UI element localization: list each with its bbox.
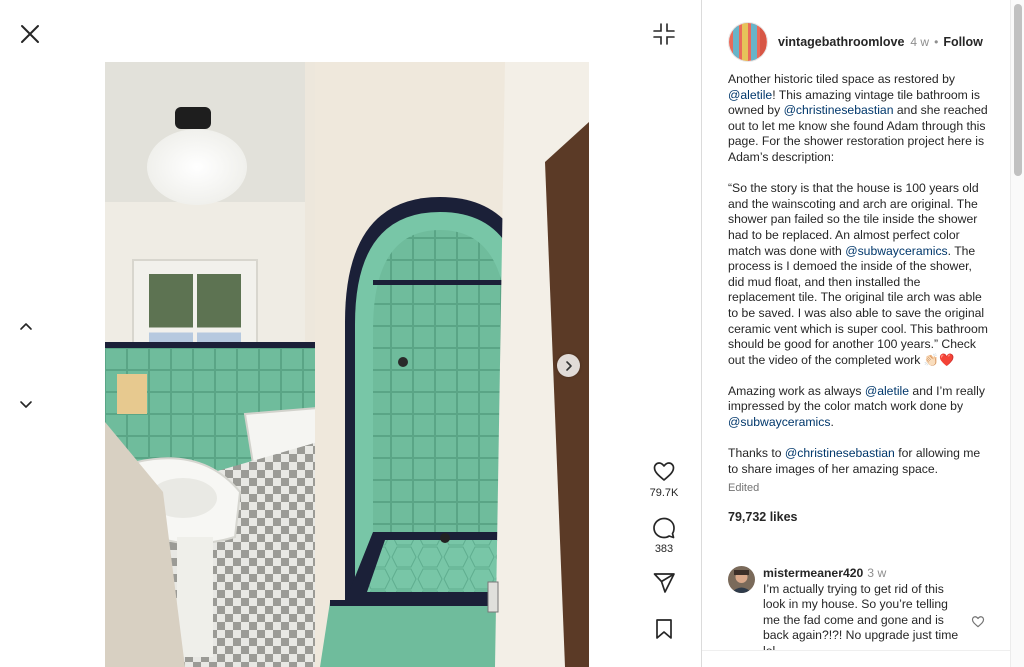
commenter-username[interactable]: mistermeaner420 [763, 566, 863, 580]
like-button[interactable] [652, 460, 676, 484]
close-button[interactable] [14, 18, 46, 50]
share-button[interactable] [652, 571, 676, 595]
heart-icon [653, 462, 675, 481]
separator-dot: • [934, 35, 939, 49]
comment-action: 383 [640, 516, 688, 555]
author-avatar[interactable] [728, 22, 768, 62]
collapse-button[interactable] [648, 18, 680, 50]
caption-paragraph: Amazing work as always @aletile and I’m … [728, 384, 990, 431]
mention-link[interactable]: @aletile [865, 384, 909, 398]
chevron-down-icon [20, 401, 32, 408]
mention-link[interactable]: @christinesebastian [785, 446, 895, 460]
heart-icon [971, 616, 985, 628]
save-button[interactable] [652, 617, 676, 641]
mention-link[interactable]: @aletile [728, 88, 772, 102]
caption-text: Thanks to [728, 446, 785, 461]
likes-count[interactable]: 79,732 likes [728, 510, 990, 526]
bookmark-icon [656, 619, 672, 639]
mention-link[interactable]: @christinesebastian [784, 103, 894, 117]
previous-post-button[interactable] [14, 314, 38, 338]
caption-paragraph: “So the story is that the house is 100 y… [728, 181, 990, 368]
bathroom-photo-image [105, 62, 589, 667]
post-photo[interactable] [105, 62, 589, 667]
comment-body: mistermeaner420 3 w I’m actually trying t… [763, 566, 968, 660]
next-post-button[interactable] [14, 392, 38, 416]
like-action: 79.7K [640, 460, 688, 499]
comment-time[interactable]: 3 w [867, 566, 886, 580]
author-username[interactable]: vintagebathroomlove [778, 35, 904, 49]
panel-footer [702, 650, 1011, 667]
share-action [640, 571, 688, 595]
post-details-panel: vintagebathroomlove 4 w • Follow Another… [701, 0, 1024, 667]
caption-text: Amazing work as always [728, 383, 865, 398]
close-icon [21, 25, 39, 43]
chevron-up-icon [20, 323, 32, 330]
caption-paragraph: Thanks to @christinesebastian for allowi… [728, 446, 990, 477]
follow-button[interactable]: Follow [943, 35, 983, 49]
mention-link[interactable]: @subwayceramics [728, 415, 830, 429]
comment-button[interactable] [652, 516, 676, 540]
comment-count: 383 [654, 543, 674, 555]
post-header: vintagebathroomlove 4 w • Follow [728, 22, 983, 62]
commenter-avatar[interactable] [728, 566, 755, 593]
edited-label: Edited [728, 482, 760, 495]
carousel-next-button[interactable] [557, 354, 580, 377]
save-action [640, 617, 688, 641]
caption-paragraph: Another historic tiled space as restored… [728, 72, 990, 166]
mention-link[interactable]: @subwayceramics [845, 244, 947, 258]
send-icon [653, 573, 675, 593]
panel-scrollbar[interactable] [1010, 0, 1024, 667]
collapse-icon [653, 23, 675, 45]
comment-like-button[interactable] [970, 614, 986, 630]
like-count: 79.7K [649, 487, 679, 499]
caption-text: Another historic tiled space as restored… [728, 72, 955, 86]
comment-text: I’m actually trying to get rid of this l… [763, 581, 959, 658]
comment-icon [653, 517, 675, 539]
caption-text: . The process is I demoed the inside of … [728, 243, 988, 367]
chevron-right-icon [565, 360, 572, 371]
caption-text: . [830, 415, 834, 430]
scrollbar-thumb[interactable] [1014, 4, 1022, 176]
post-time[interactable]: 4 w [910, 35, 929, 49]
post-caption: Another historic tiled space as restored… [728, 72, 990, 526]
comment-item: mistermeaner420 3 w I’m actually trying t… [728, 566, 990, 660]
